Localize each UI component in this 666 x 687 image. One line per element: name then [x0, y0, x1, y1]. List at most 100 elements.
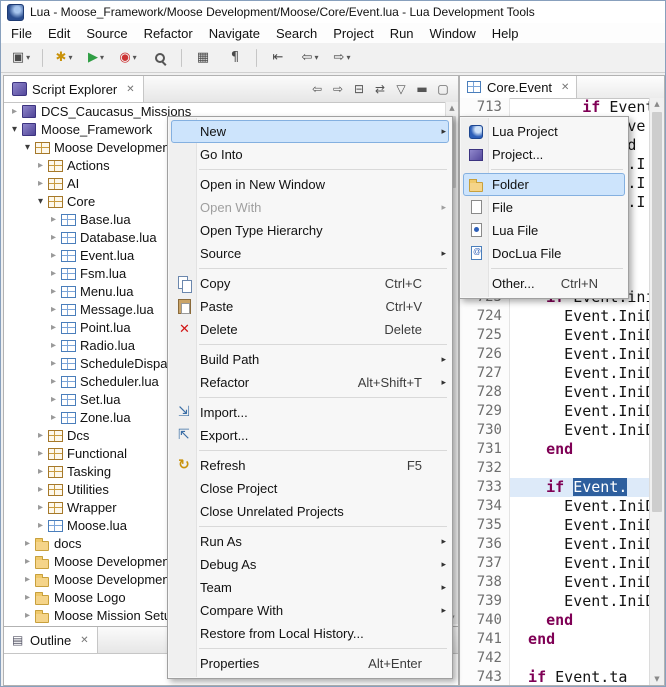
toolbar-button[interactable] [42, 49, 43, 67]
menubar-item[interactable]: Run [382, 25, 422, 42]
context-menu-item[interactable]: Open Type Hierarchy [171, 219, 449, 242]
forward-button[interactable]: ⇨ [327, 46, 357, 70]
close-icon[interactable]: ✕ [561, 82, 569, 93]
toggle-mark-occurrences-button[interactable]: ▦ [188, 46, 218, 70]
expand-arrow-icon[interactable] [8, 106, 21, 117]
menubar-item[interactable]: Source [78, 25, 135, 42]
expand-arrow-icon[interactable] [34, 466, 47, 477]
submenu-item[interactable]: DocLua File [463, 242, 625, 265]
submenu-item[interactable] [491, 169, 623, 170]
expand-arrow-icon[interactable] [47, 358, 60, 369]
context-menu-item[interactable]: Close Unrelated Projects [171, 500, 449, 523]
context-menu-item[interactable]: Import... [171, 401, 449, 424]
expand-arrow-icon[interactable] [34, 178, 47, 189]
context-menu-item[interactable]: Copy Ctrl+C [171, 272, 449, 295]
expand-arrow-icon[interactable] [21, 556, 34, 567]
profile-button[interactable]: ◉ [113, 46, 143, 70]
context-menu-item[interactable]: Paste Ctrl+V [171, 295, 449, 318]
expand-arrow-icon[interactable] [34, 430, 47, 441]
expand-arrow-icon[interactable] [34, 160, 47, 171]
tab-outline[interactable]: ▤ Outline ✕ [4, 627, 98, 653]
context-menu-item[interactable]: Build Path [171, 348, 449, 371]
menubar-item[interactable]: Edit [40, 25, 78, 42]
submenu-item[interactable]: File [463, 196, 625, 219]
expand-arrow-icon[interactable] [47, 250, 60, 261]
scroll-down-icon[interactable]: ▼ [650, 673, 664, 685]
context-menu-item[interactable] [199, 268, 447, 269]
expand-arrow-icon[interactable] [34, 196, 47, 207]
context-menu-item[interactable]: New [171, 120, 449, 143]
context-menu-item[interactable] [199, 526, 447, 527]
expand-arrow-icon[interactable] [21, 610, 34, 621]
context-menu-item[interactable]: Source [171, 242, 449, 265]
expand-arrow-icon[interactable] [34, 502, 47, 513]
context-menu-item[interactable]: Export... [171, 424, 449, 447]
submenu-item[interactable]: Other... Ctrl+N [463, 272, 625, 295]
new-wizard-button[interactable]: ▣ [6, 46, 36, 70]
expand-arrow-icon[interactable] [34, 484, 47, 495]
minimize-icon[interactable]: ▬ [415, 82, 429, 96]
forward-icon[interactable]: ⇨ [331, 82, 345, 96]
close-icon[interactable]: ✕ [80, 635, 88, 646]
expand-arrow-icon[interactable] [21, 574, 34, 585]
context-menu-item[interactable]: Refactor Alt+Shift+T [171, 371, 449, 394]
tab-core-event[interactable]: Core.Event ✕ [460, 76, 577, 98]
expand-arrow-icon[interactable] [47, 394, 60, 405]
toolbar-button[interactable] [256, 49, 257, 67]
submenu-item[interactable]: Folder [463, 173, 625, 196]
scroll-up-icon[interactable]: ▲ [446, 102, 458, 114]
expand-arrow-icon[interactable] [47, 286, 60, 297]
link-with-editor-icon[interactable]: ⇄ [373, 82, 387, 96]
context-menu-item[interactable]: Team [171, 576, 449, 599]
maximize-icon[interactable]: ▢ [436, 82, 450, 96]
menubar-item[interactable]: Window [422, 25, 484, 42]
view-menu-icon[interactable]: ▽ [394, 82, 408, 96]
toolbar-button[interactable] [181, 49, 182, 67]
run-button[interactable]: ▶ [81, 46, 111, 70]
tab-script-explorer[interactable]: Script Explorer ✕ [4, 76, 144, 102]
menubar-item[interactable]: File [3, 25, 40, 42]
toggle-whitespace-button[interactable]: ¶ [220, 46, 250, 70]
context-menu-item[interactable]: Compare With [171, 599, 449, 622]
back-button[interactable]: ⇦ [295, 46, 325, 70]
submenu-item[interactable]: Project... [463, 143, 625, 166]
expand-arrow-icon[interactable] [34, 520, 47, 531]
expand-arrow-icon[interactable] [21, 538, 34, 549]
collapse-all-icon[interactable]: ⊟ [352, 82, 366, 96]
context-menu-item[interactable]: Delete Delete [171, 318, 449, 341]
search-button[interactable] [145, 46, 175, 70]
context-menu-item[interactable]: Open in New Window [171, 173, 449, 196]
expand-arrow-icon[interactable] [47, 214, 60, 225]
expand-arrow-icon[interactable] [34, 448, 47, 459]
context-menu-item[interactable]: Open With [171, 196, 449, 219]
expand-arrow-icon[interactable] [47, 268, 60, 279]
submenu-item[interactable]: Lua Project [463, 120, 625, 143]
expand-arrow-icon[interactable] [47, 232, 60, 243]
context-menu-item[interactable]: Refresh F5 [171, 454, 449, 477]
expand-arrow-icon[interactable] [47, 376, 60, 387]
debug-button[interactable]: ✱ [49, 46, 79, 70]
context-menu-item[interactable] [199, 169, 447, 170]
menubar-item[interactable]: Project [325, 25, 381, 42]
context-menu-item[interactable]: Debug As [171, 553, 449, 576]
context-menu-item[interactable]: Properties Alt+Enter [171, 652, 449, 675]
scroll-up-icon[interactable]: ▲ [650, 98, 664, 110]
context-menu-item[interactable] [199, 344, 447, 345]
expand-arrow-icon[interactable] [47, 304, 60, 315]
context-menu-item[interactable]: Go Into [171, 143, 449, 166]
submenu-item[interactable]: Lua File [463, 219, 625, 242]
scrollbar-thumb[interactable] [652, 112, 662, 512]
close-icon[interactable]: ✕ [126, 84, 134, 95]
expand-arrow-icon[interactable] [47, 340, 60, 351]
menubar-item[interactable]: Navigate [201, 25, 268, 42]
submenu-item[interactable] [491, 268, 623, 269]
context-menu-item[interactable] [199, 397, 447, 398]
expand-arrow-icon[interactable] [47, 412, 60, 423]
editor-scrollbar[interactable]: ▲ ▼ [649, 98, 664, 685]
expand-arrow-icon[interactable] [47, 322, 60, 333]
context-menu-item[interactable]: Run As [171, 530, 449, 553]
menubar-item[interactable]: Help [484, 25, 527, 42]
last-edit-location-button[interactable]: ⇤ [263, 46, 293, 70]
expand-arrow-icon[interactable] [21, 142, 34, 153]
context-menu-item[interactable]: Close Project [171, 477, 449, 500]
